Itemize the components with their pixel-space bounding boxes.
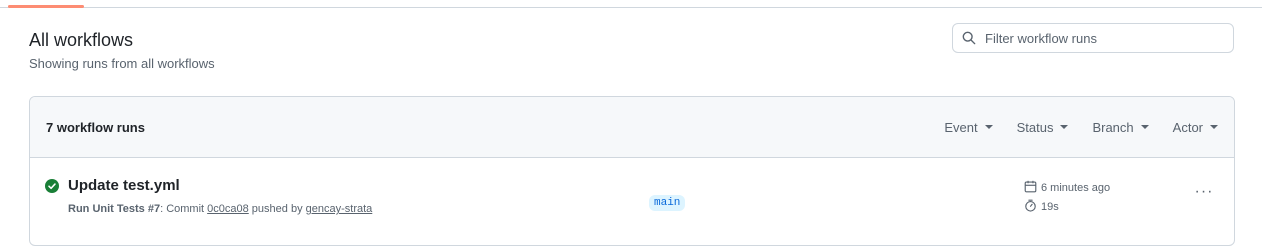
- filter-menus: Event Status Branch Actor: [920, 120, 1218, 135]
- workflow-name: Run Unit Tests #7: [68, 203, 161, 215]
- chevron-down-icon: [984, 125, 993, 129]
- active-tab-indicator: [8, 5, 84, 8]
- actor-filter-menu[interactable]: Actor: [1173, 120, 1218, 135]
- chevron-down-icon: [1140, 125, 1149, 129]
- event-filter-menu[interactable]: Event: [944, 119, 993, 135]
- page-title: All workflows: [29, 30, 134, 50]
- chevron-down-icon: [1060, 125, 1069, 129]
- meta-text-pushed: pushed by: [248, 203, 306, 215]
- meta-text-commit: : Commit: [160, 203, 208, 215]
- actor-link[interactable]: gencay-strata: [306, 203, 373, 215]
- branch-filter-menu[interactable]: Branch: [1092, 119, 1149, 135]
- workflow-run-row[interactable]: Update test.yml Run Unit Tests #7: Commi…: [30, 158, 1234, 233]
- run-timestamp: 6 minutes ago: [1024, 180, 1110, 196]
- actor-filter-label: Actor: [1172, 119, 1203, 135]
- duration-text: 19s: [1041, 201, 1059, 213]
- workflow-runs-list: 7 workflow runs Event Status Branch Acto…: [29, 96, 1235, 246]
- run-count: 7 workflow runs: [46, 119, 145, 135]
- time-ago: 6 minutes ago: [1041, 182, 1111, 194]
- commit-link[interactable]: 0c0ca08: [207, 203, 249, 215]
- status-filter-menu[interactable]: Status: [1017, 120, 1069, 135]
- branch-filter-label: Branch: [1092, 119, 1134, 135]
- run-title-link[interactable]: Update test.yml: [68, 177, 180, 194]
- branch-label[interactable]: main: [649, 195, 686, 211]
- kebab-horizontal-icon[interactable]: ···: [1190, 181, 1218, 203]
- chevron-down-icon: [1210, 125, 1218, 129]
- run-meta: Run Unit Tests #7: Commit 0c0ca08 pushed…: [68, 203, 372, 215]
- stopwatch-icon: [1024, 199, 1041, 215]
- search-icon: [953, 31, 985, 45]
- check-circle-icon: [45, 179, 59, 193]
- tab-underline-bar: [0, 0, 1262, 8]
- event-filter-label: Event: [944, 119, 978, 135]
- status-filter-label: Status: [1016, 119, 1054, 135]
- calendar-icon: [1024, 180, 1041, 196]
- page-subtitle: Showing runs from all workflows: [29, 56, 215, 71]
- run-duration: 19s: [1024, 199, 1059, 215]
- filter-runs-input[interactable]: [985, 30, 1225, 46]
- list-header: 7 workflow runs Event Status Branch Acto…: [30, 97, 1234, 158]
- filter-runs-field[interactable]: [952, 23, 1234, 53]
